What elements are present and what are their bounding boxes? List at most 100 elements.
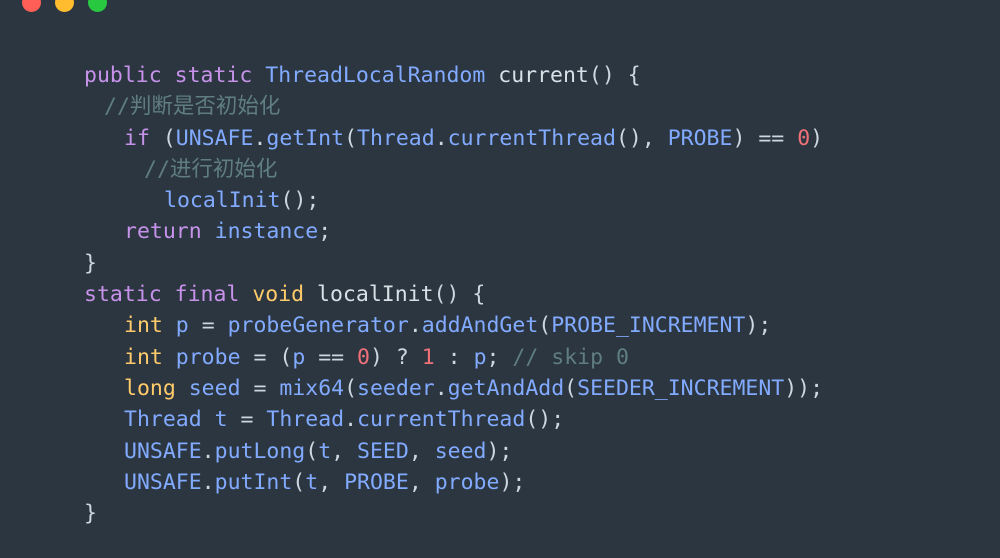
code-token-punctuation: ) ? [370,344,422,370]
code-token-identifier: Thread [357,125,435,151]
code-line: //进行初始化 [0,154,1000,185]
code-token-punctuation: = [188,313,228,339]
code-token-identifier: Thread [124,407,202,433]
code-token-punctuation: ( [344,375,358,401]
code-token-keyword: return [124,219,202,245]
code-line: int probe = (p == 0) ? 1 : p; // skip 0 [0,342,1000,373]
code-token-punctuation: ( [564,375,578,401]
code-token-punctuation: , [408,438,435,464]
code-token-plain: current [485,63,589,88]
code-token-punctuation: . [408,313,422,339]
code-line: long seed = mix64(seeder.getAndAdd(SEEDE… [0,373,1000,404]
code-token-type: void [252,282,305,308]
code-token-punctuation: )); [784,375,824,401]
code-token-punctuation: , [318,469,345,495]
code-token-identifier: probeGenerator [227,313,409,339]
code-token-identifier: PROBE [344,469,409,495]
code-token-identifier: getAndAdd [447,375,565,401]
code-token-identifier: currentThread [447,125,616,151]
code-token-identifier: PROBE_INCREMENT [551,313,746,339]
code-token-punctuation: ) == [732,125,798,151]
code-token-identifier: t [305,469,319,495]
code-token-comment: //判断是否初始化 [104,94,281,120]
code-token-identifier: t [214,407,228,433]
code-token-punctuation: ( [305,438,319,464]
code-editor-window: public static ThreadLocalRandom current(… [0,0,1000,558]
code-token-punctuation: . [253,125,267,151]
code-token-identifier: SEEDER_INCREMENT [577,375,785,401]
code-token-identifier: p [473,344,487,370]
code-token-identifier: UNSAFE [175,125,254,151]
code-token-punctuation: () { [433,282,486,308]
code-token-identifier: seed [188,375,241,401]
code-token-type: int [124,344,163,370]
code-token-identifier: t [318,438,332,464]
code-token-punctuation: ( [344,125,358,151]
code-block[interactable]: public static ThreadLocalRandom current(… [0,60,1000,529]
code-token-punctuation: } [84,501,97,527]
code-token-identifier: addAndGet [421,313,539,339]
code-token-identifier: seed [434,438,487,464]
code-token-punctuation: = [227,407,267,433]
code-token-punctuation: ; [486,344,513,370]
code-token-punctuation: () { [588,63,641,88]
code-token-punctuation: . [201,438,215,464]
code-token-punctuation: ); [745,313,772,339]
code-token-number: 0 [797,125,811,151]
close-button[interactable] [22,0,41,12]
code-token-punctuation: } [84,250,97,276]
code-line: Thread t = Thread.currentThread(); [0,404,1000,435]
code-line: localInit(); [0,185,1000,216]
code-token-punctuation: == [305,344,358,370]
code-token-keyword: static [84,282,162,308]
code-token-punctuation: . [344,407,358,433]
code-token-comment: //进行初始化 [144,156,278,182]
code-line: int p = probeGenerator.addAndGet(PROBE_I… [0,310,1000,341]
code-token-identifier: probe [434,469,500,495]
code-token-identifier: putInt [214,469,293,495]
code-token-punctuation: = ( [240,344,293,370]
code-line: } [0,498,1000,529]
code-token-punctuation: ); [499,469,526,495]
code-line: static final void localInit() { [0,279,1000,310]
code-token-punctuation: ( [292,469,306,495]
code-token-punctuation: (), [615,125,668,151]
code-token-punctuation: ( [538,313,552,339]
code-token-identifier: instance [214,219,319,245]
code-line: //判断是否初始化 [0,91,1000,122]
maximize-button[interactable] [88,0,107,12]
code-token-identifier: ThreadLocalRandom [265,63,486,88]
code-token-identifier: putLong [214,438,306,464]
code-line: UNSAFE.putInt(t, PROBE, probe); [0,467,1000,498]
code-token-identifier: mix64 [279,375,345,401]
code-token-identifier: p [292,344,306,370]
code-token-keyword: final [174,282,240,308]
minimize-button[interactable] [55,0,74,12]
code-token-punctuation: , [331,438,358,464]
code-token-punctuation: , [408,469,435,495]
code-token-identifier: UNSAFE [124,438,202,464]
code-line: return instance; [0,216,1000,247]
code-token-identifier: currentThread [357,407,526,433]
code-token-punctuation: ( [149,125,176,151]
code-token-identifier: UNSAFE [124,469,202,495]
code-token-punctuation: ); [486,438,513,464]
code-token-punctuation: . [201,469,215,495]
code-token-plain: localInit [304,282,434,308]
code-line: if (UNSAFE.getInt(Thread.currentThread()… [0,123,1000,154]
window-titlebar [0,0,1000,26]
code-line: } [0,248,1000,279]
code-token-identifier: probe [175,344,241,370]
code-token-number: 0 [357,344,370,370]
code-token-identifier: seeder [357,375,435,401]
code-token-identifier: getInt [266,125,345,151]
